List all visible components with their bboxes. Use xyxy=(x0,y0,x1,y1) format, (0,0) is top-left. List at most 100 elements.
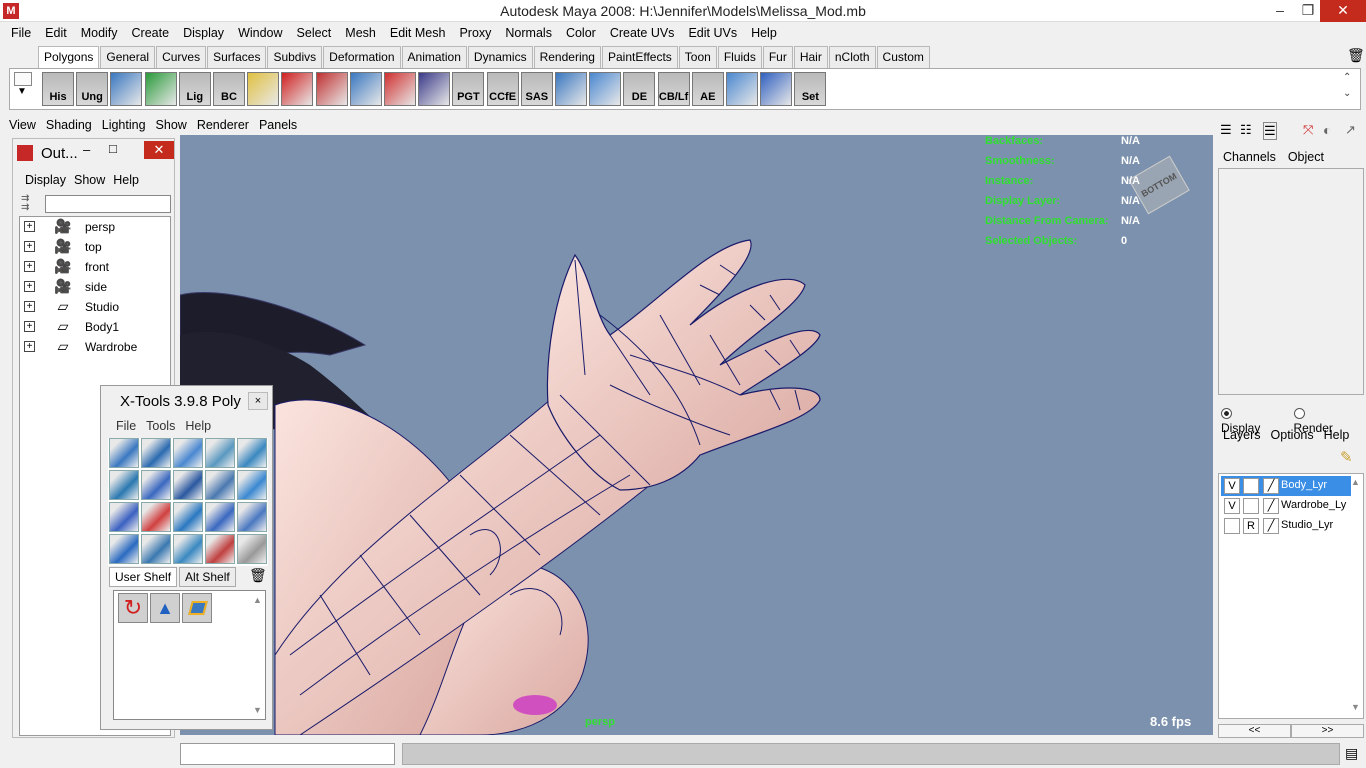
menu-create[interactable]: Create xyxy=(125,26,177,40)
shelf-tool-de[interactable]: DE xyxy=(623,72,656,106)
channel-tab-channels[interactable]: Channels xyxy=(1223,150,1288,164)
xtools-tool-icon[interactable] xyxy=(109,534,139,564)
shelf-tool-sas[interactable]: SAS xyxy=(520,72,553,106)
xtools-tool-icon[interactable] xyxy=(237,534,267,564)
playback-toggle[interactable]: R xyxy=(1243,518,1259,534)
layer-row-studio-lyr[interactable]: R ╱ Studio_Lyr xyxy=(1221,516,1351,536)
radio-button-icon[interactable] xyxy=(1293,408,1305,419)
expand-icon[interactable]: + xyxy=(24,261,35,272)
maximize-button[interactable]: □ xyxy=(109,141,117,156)
panel-menu-shading[interactable]: Shading xyxy=(41,118,97,132)
outliner-item-persp[interactable]: + 🎥 persp xyxy=(20,217,170,237)
radio-button-icon[interactable] xyxy=(1221,408,1232,419)
shelf-tool-icon-17[interactable] xyxy=(589,72,622,106)
shelf-tab-toon[interactable]: Toon xyxy=(678,46,717,68)
shelf-scroll-up[interactable]: ⌃ xyxy=(1343,72,1351,83)
outliner-menu-display[interactable]: Display xyxy=(21,173,70,187)
shelf-tool-icon-8[interactable] xyxy=(281,72,314,106)
expand-icon[interactable]: + xyxy=(24,341,35,352)
xtools-menu-tools[interactable]: Tools xyxy=(141,419,180,433)
scroll-left-button[interactable]: << xyxy=(1218,724,1291,738)
panel-menu-renderer[interactable]: Renderer xyxy=(192,118,254,132)
xtools-tab-user-shelf[interactable]: User Shelf xyxy=(109,567,178,587)
redo-icon[interactable]: ↻ xyxy=(118,593,148,623)
shelf-tab-general[interactable]: General xyxy=(100,46,156,68)
maximize-button[interactable]: ❐ xyxy=(1294,0,1322,22)
minimize-button[interactable]: – xyxy=(83,142,90,157)
shelf-tool-set[interactable]: Set xyxy=(794,72,827,106)
expand-icon[interactable]: + xyxy=(24,241,35,252)
outliner-menu-show[interactable]: Show xyxy=(70,173,109,187)
outliner-title-bar[interactable]: Out... – □ ✕ xyxy=(13,139,174,167)
shelf-tab-surfaces[interactable]: Surfaces xyxy=(207,46,267,68)
xtools-tool-icon[interactable] xyxy=(205,470,235,500)
expand-icon[interactable]: + xyxy=(24,321,35,332)
shelf-tab-fur[interactable]: Fur xyxy=(762,46,793,68)
panel-menu-lighting[interactable]: Lighting xyxy=(97,118,151,132)
visibility-toggle[interactable]: V xyxy=(1224,498,1240,514)
shelf-tool-icon-10[interactable] xyxy=(349,72,382,106)
menu-file[interactable]: File xyxy=(4,26,38,40)
channel-layout-icon[interactable]: ☷ xyxy=(1240,122,1252,138)
shelf-tool-his[interactable]: His xyxy=(42,72,74,106)
xtools-tool-icon[interactable] xyxy=(173,470,203,500)
shelf-tab-rendering[interactable]: Rendering xyxy=(533,46,601,68)
xtools-tool-icon[interactable] xyxy=(237,470,267,500)
layer-color-swatch[interactable]: ╱ xyxy=(1263,478,1279,494)
pick-icon[interactable]: ↗ xyxy=(1345,122,1356,138)
outliner-item-wardrobe[interactable]: + ▱ Wardrobe xyxy=(20,337,170,357)
shelf-tool-lig[interactable]: Lig xyxy=(178,72,211,106)
shelf-tool-icon-9[interactable] xyxy=(315,72,348,106)
shelf-tab-deformation[interactable]: Deformation xyxy=(323,46,401,68)
layer-color-swatch[interactable]: ╱ xyxy=(1263,498,1279,514)
xtools-tool-icon[interactable] xyxy=(141,438,171,468)
shelf-tool-icon-12[interactable] xyxy=(418,72,451,106)
script-editor-icon[interactable]: ▤ xyxy=(1345,745,1363,763)
panel-menu-view[interactable]: View xyxy=(4,118,41,132)
attribute-layout-icon[interactable]: ☰ xyxy=(1263,122,1277,140)
axis-icon[interactable]: ⤧ xyxy=(1303,122,1313,138)
shelf-tool-icon-3[interactable] xyxy=(110,72,143,106)
playback-toggle[interactable] xyxy=(1243,478,1259,494)
menu-help[interactable]: Help xyxy=(744,26,784,40)
menu-proxy[interactable]: Proxy xyxy=(452,26,498,40)
panel-menu-show[interactable]: Show xyxy=(151,118,192,132)
scroll-up-icon[interactable]: ▲ xyxy=(1351,477,1360,487)
menu-display[interactable]: Display xyxy=(176,26,231,40)
visibility-toggle[interactable] xyxy=(1224,518,1240,534)
expand-icon[interactable]: + xyxy=(24,221,35,232)
layer-row-wardrobe-ly[interactable]: V ╱ Wardrobe_Ly xyxy=(1221,496,1351,516)
xtools-tab-alt-shelf[interactable]: Alt Shelf xyxy=(179,567,236,587)
xtools-tool-icon[interactable] xyxy=(109,438,139,468)
shelf-menu-button[interactable]: ▼ xyxy=(12,70,36,108)
shelf-tool-ccfe[interactable]: CCfE xyxy=(486,72,519,106)
expand-icon[interactable]: + xyxy=(24,281,35,292)
shelf-tab-polygons[interactable]: Polygons xyxy=(38,46,100,68)
trash-icon[interactable]: 🗑 xyxy=(249,567,267,584)
cone-icon[interactable]: ▲ xyxy=(150,593,180,623)
trash-icon[interactable]: 🗑 xyxy=(1347,47,1365,63)
shelf-tab-dynamics[interactable]: Dynamics xyxy=(467,46,533,68)
layer-row-body-lyr[interactable]: V ╱ Body_Lyr xyxy=(1221,476,1351,496)
shelf-tab-fluids[interactable]: Fluids xyxy=(717,46,762,68)
shelf-tab-painteffects[interactable]: PaintEffects xyxy=(601,46,678,68)
xtools-tool-icon[interactable] xyxy=(237,438,267,468)
shelf-tab-curves[interactable]: Curves xyxy=(156,46,207,68)
xtools-tool-icon[interactable] xyxy=(205,502,235,532)
xtools-tool-icon[interactable] xyxy=(205,438,235,468)
menu-select[interactable]: Select xyxy=(290,26,339,40)
xtools-tool-icon[interactable] xyxy=(173,502,203,532)
filter-icon[interactable]: ⇉ ⇉ xyxy=(21,194,41,214)
shelf-tool-icon-21[interactable] xyxy=(726,72,758,106)
shelf-tab-hair[interactable]: Hair xyxy=(793,46,828,68)
menu-edit-uvs[interactable]: Edit UVs xyxy=(681,26,744,40)
menu-edit[interactable]: Edit xyxy=(38,26,74,40)
xtools-menu-file[interactable]: File xyxy=(111,419,141,433)
layer-color-swatch[interactable]: ╱ xyxy=(1263,518,1279,534)
xtools-menu-help[interactable]: Help xyxy=(180,419,216,433)
sphere-icon[interactable]: ◐ xyxy=(1323,122,1331,138)
menu-modify[interactable]: Modify xyxy=(74,26,125,40)
scroll-down-icon[interactable]: ▼ xyxy=(253,705,262,715)
shelf-tool-icon-16[interactable] xyxy=(555,72,587,106)
xtools-tool-icon[interactable] xyxy=(109,502,139,532)
